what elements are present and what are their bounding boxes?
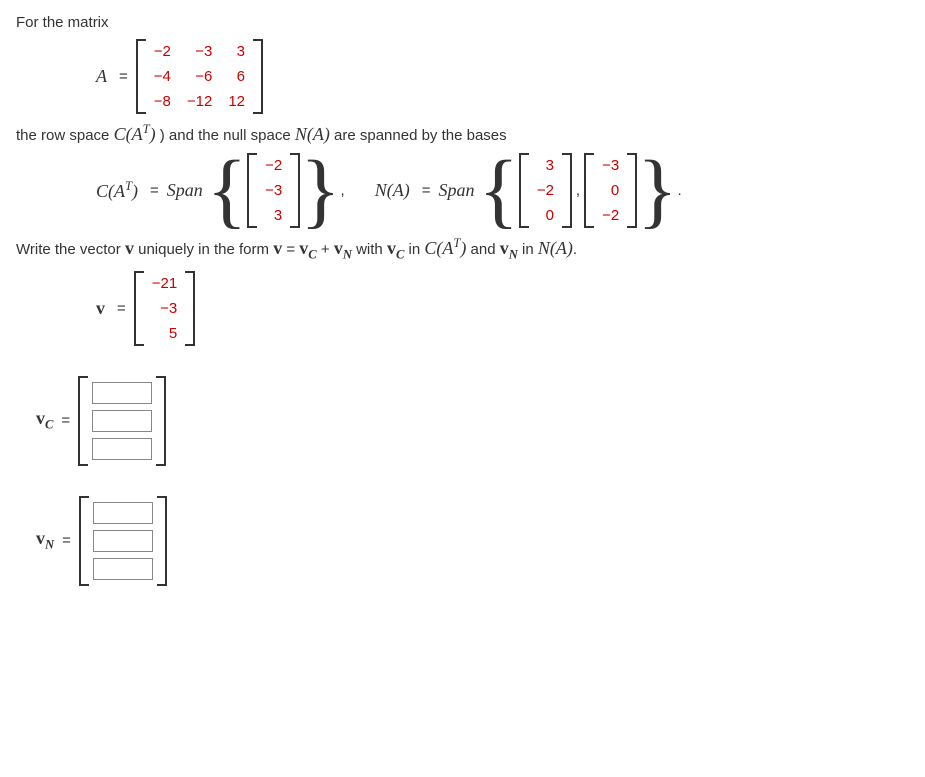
intro-text: For the matrix [16, 14, 909, 31]
basis-NA-vector-2: −3 0 −2 [594, 153, 627, 228]
vn-input-1[interactable] [93, 502, 153, 524]
vn-input-2[interactable] [93, 530, 153, 552]
vc-input-3[interactable] [92, 438, 152, 460]
bases-definition: C(AT) = Span { −2 −3 3 } , N(A) = Span {… [96, 153, 909, 228]
vc-input-2[interactable] [92, 410, 152, 432]
vc-label: vC [36, 408, 53, 433]
NA-label: N(A) [375, 180, 410, 201]
basis-NA-vector-1: 3 −2 0 [529, 153, 562, 228]
matrix-A-definition: A = −2−33 −4−66 −8−1212 [96, 39, 909, 114]
CAT-label: C(AT) [96, 179, 138, 202]
row-null-space-text: the row space C(AT) ) and the null space… [16, 122, 909, 145]
matrix-A: −2−33 −4−66 −8−1212 [146, 39, 253, 114]
vn-answer: vN = [36, 496, 909, 586]
vector-v: −21 −3 5 [144, 271, 185, 346]
vc-answer: vC = [36, 376, 909, 466]
vector-v-definition: v = −21 −3 5 [96, 271, 909, 346]
vn-input-3[interactable] [93, 558, 153, 580]
A-label: A [96, 66, 107, 87]
basis-CAT-vector: −2 −3 3 [257, 153, 290, 228]
v-label: v [96, 298, 105, 319]
vc-input-1[interactable] [92, 382, 152, 404]
instruction-text: Write the vector v uniquely in the form … [16, 236, 909, 263]
equals-sign: = [119, 68, 128, 85]
vn-label: vN [36, 528, 54, 553]
